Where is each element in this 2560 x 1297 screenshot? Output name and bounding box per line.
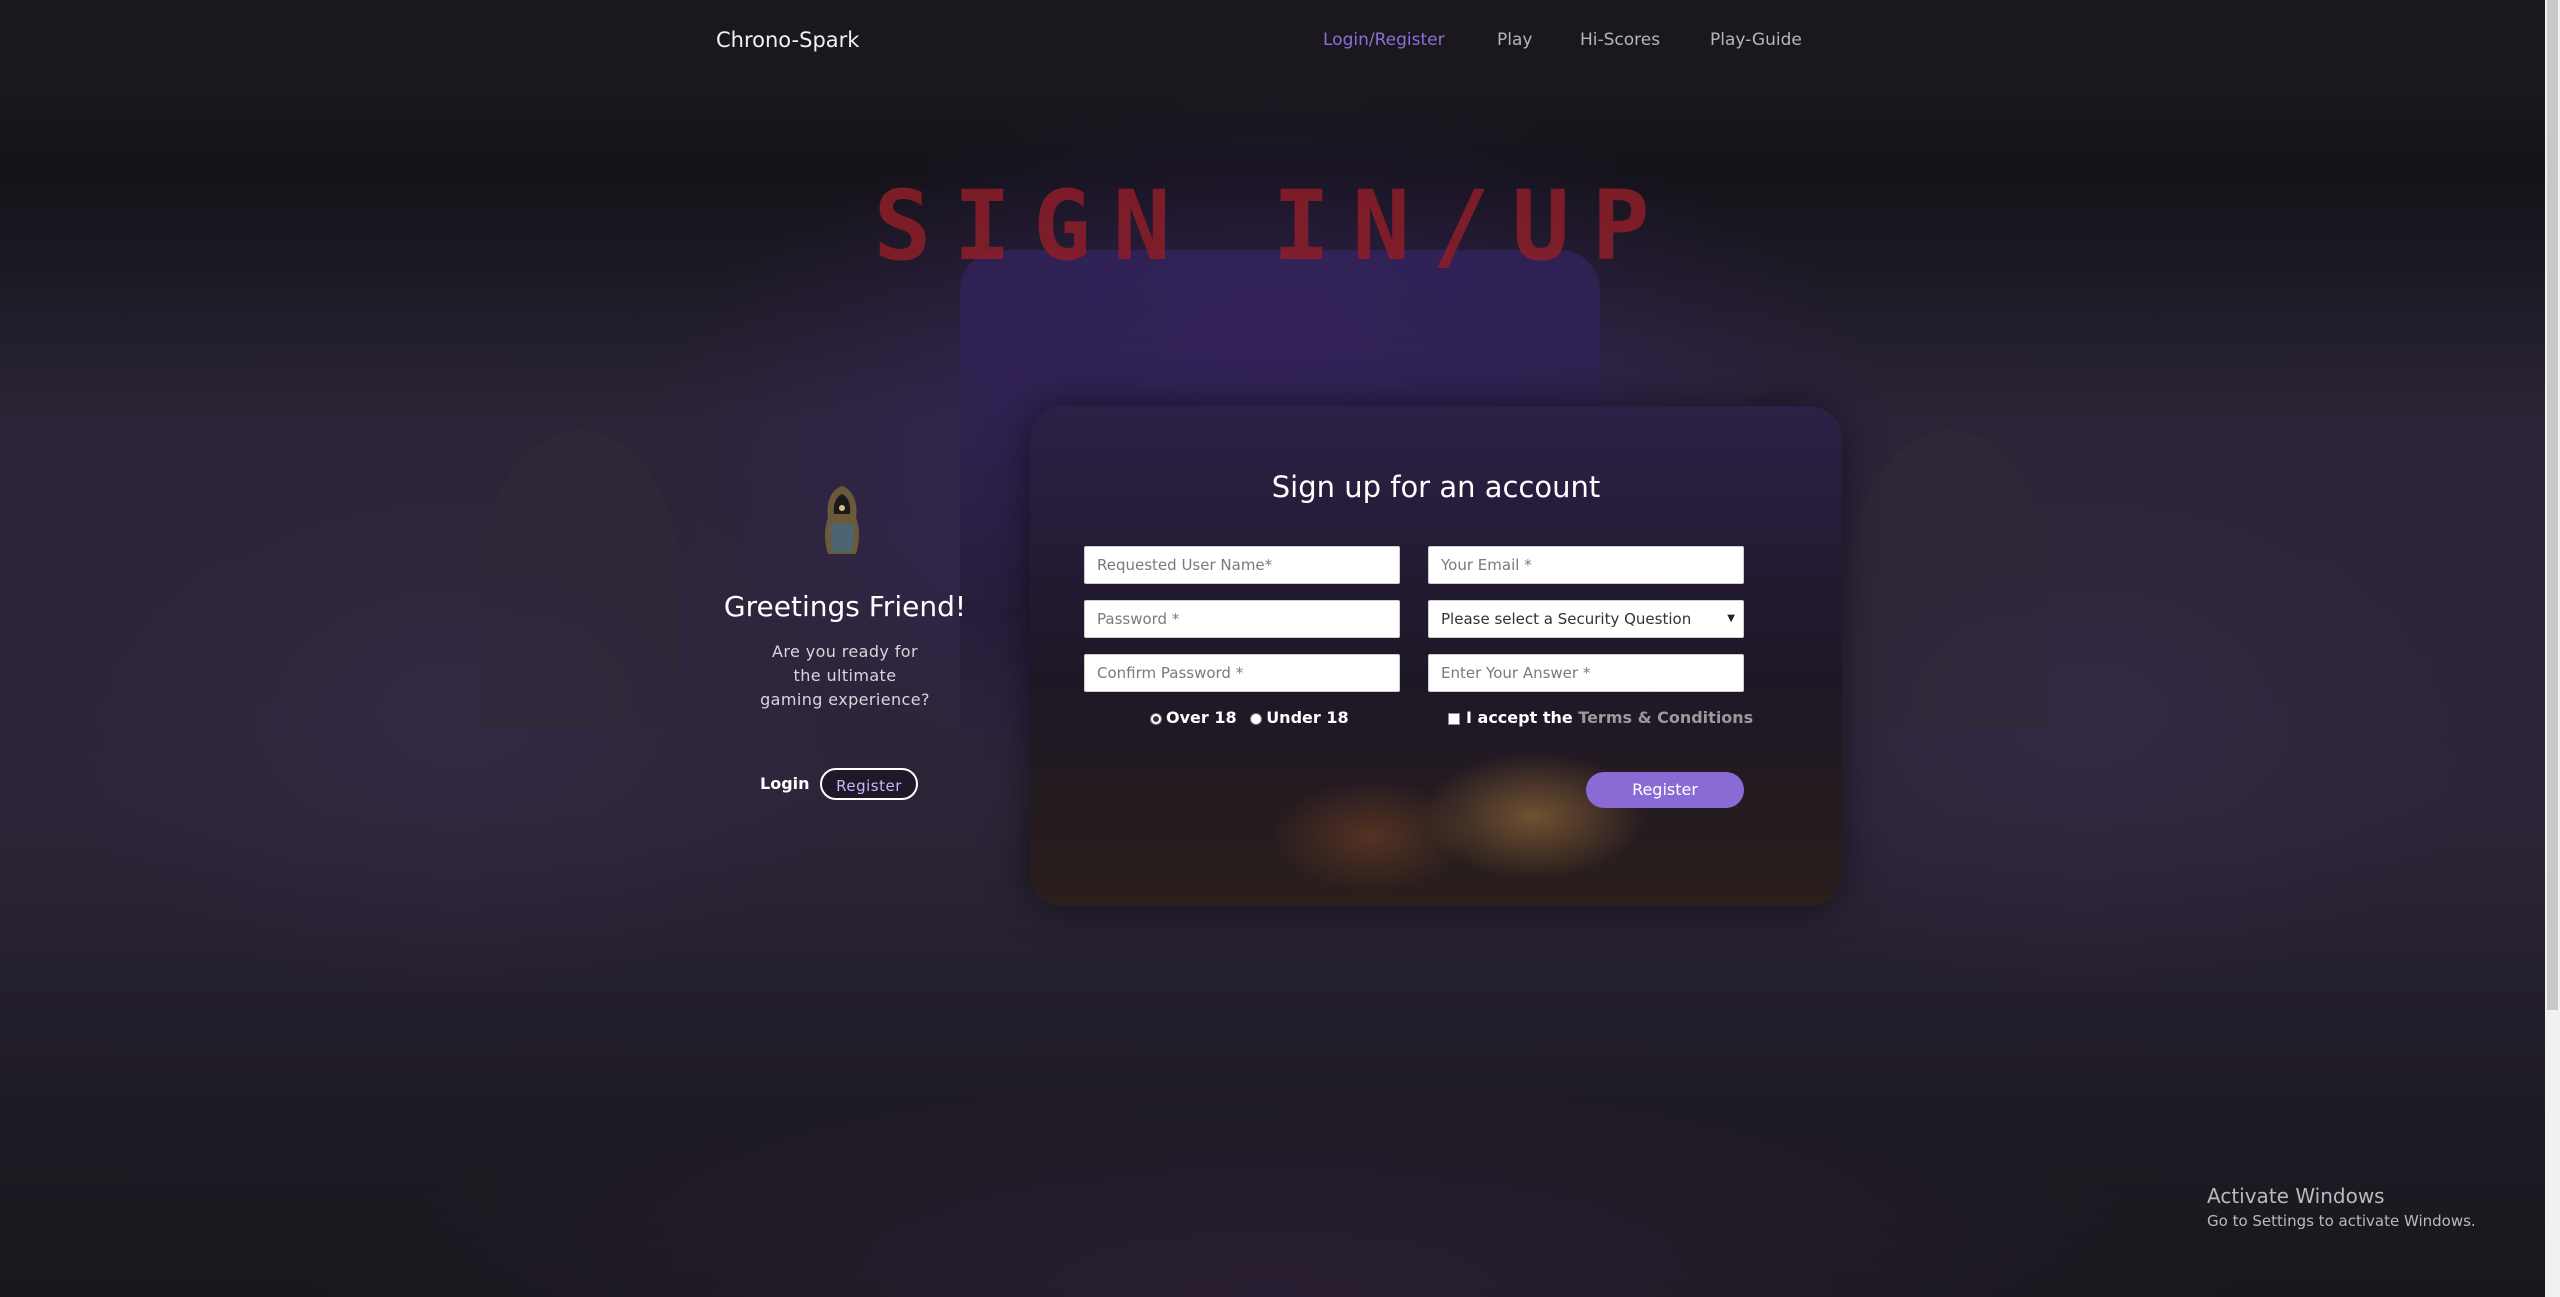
radio-under-18[interactable]	[1250, 712, 1263, 725]
top-navbar: Chrono-Spark Login/Register Play Hi-Scor…	[0, 0, 2545, 84]
login-toggle-link[interactable]: Login	[760, 774, 810, 793]
terms-link[interactable]: Terms & Conditions	[1578, 708, 1753, 727]
nav-play[interactable]: Play	[1497, 30, 1532, 50]
brand-logo[interactable]: Chrono-Spark	[716, 28, 859, 52]
confirm-password-input[interactable]	[1084, 654, 1400, 692]
background-statue-left	[480, 430, 680, 730]
security-answer-input[interactable]	[1428, 654, 1744, 692]
email-input[interactable]	[1428, 546, 1744, 584]
terms-prefix-label: I accept the	[1466, 708, 1573, 727]
nav-login-register[interactable]: Login/Register	[1323, 30, 1445, 50]
security-question-value: Please select a Security Question	[1441, 610, 1692, 628]
radio-over-18-label: Over 18	[1166, 708, 1237, 727]
greeting-subtitle: Are you ready for the ultimate gaming ex…	[760, 642, 930, 709]
username-input[interactable]	[1084, 546, 1400, 584]
greeting-heading: Greetings Friend!	[723, 590, 967, 623]
watermark-title: Activate Windows	[2207, 1184, 2385, 1208]
nav-play-guide[interactable]: Play-Guide	[1710, 30, 1802, 50]
password-input[interactable]	[1084, 600, 1400, 638]
radio-under-18-label: Under 18	[1266, 708, 1349, 727]
form-title: Sign up for an account	[1271, 470, 1601, 504]
age-radio-group: Over 18 Under 18	[1150, 708, 1349, 727]
terms-checkbox[interactable]	[1448, 712, 1460, 725]
radio-over-18[interactable]	[1150, 712, 1162, 725]
welcome-panel: Greetings Friend! Are you ready for the …	[700, 440, 990, 820]
background-statue-right	[1850, 430, 2050, 730]
hooded-figure-icon	[825, 486, 859, 554]
scrollbar-thumb[interactable]	[2547, 0, 2558, 1010]
watermark-subtitle: Go to Settings to activate Windows.	[2207, 1212, 2476, 1230]
terms-row: I accept the Terms & Conditions	[1448, 708, 1753, 727]
signup-form-card: Sign up for an account Please select a S…	[1030, 406, 1842, 906]
security-question-select[interactable]: Please select a Security Question ▼	[1428, 600, 1744, 638]
windows-activation-watermark: Activate Windows Go to Settings to activ…	[2207, 1184, 2476, 1230]
chevron-down-icon: ▼	[1727, 613, 1735, 624]
nav-hi-scores[interactable]: Hi-Scores	[1580, 30, 1660, 50]
register-toggle-button[interactable]: Register	[820, 768, 918, 800]
page-scrollbar[interactable]	[2545, 0, 2560, 1297]
page-hero-title: SIGN IN/UP	[873, 170, 1672, 282]
register-submit-button[interactable]: Register	[1586, 772, 1744, 808]
